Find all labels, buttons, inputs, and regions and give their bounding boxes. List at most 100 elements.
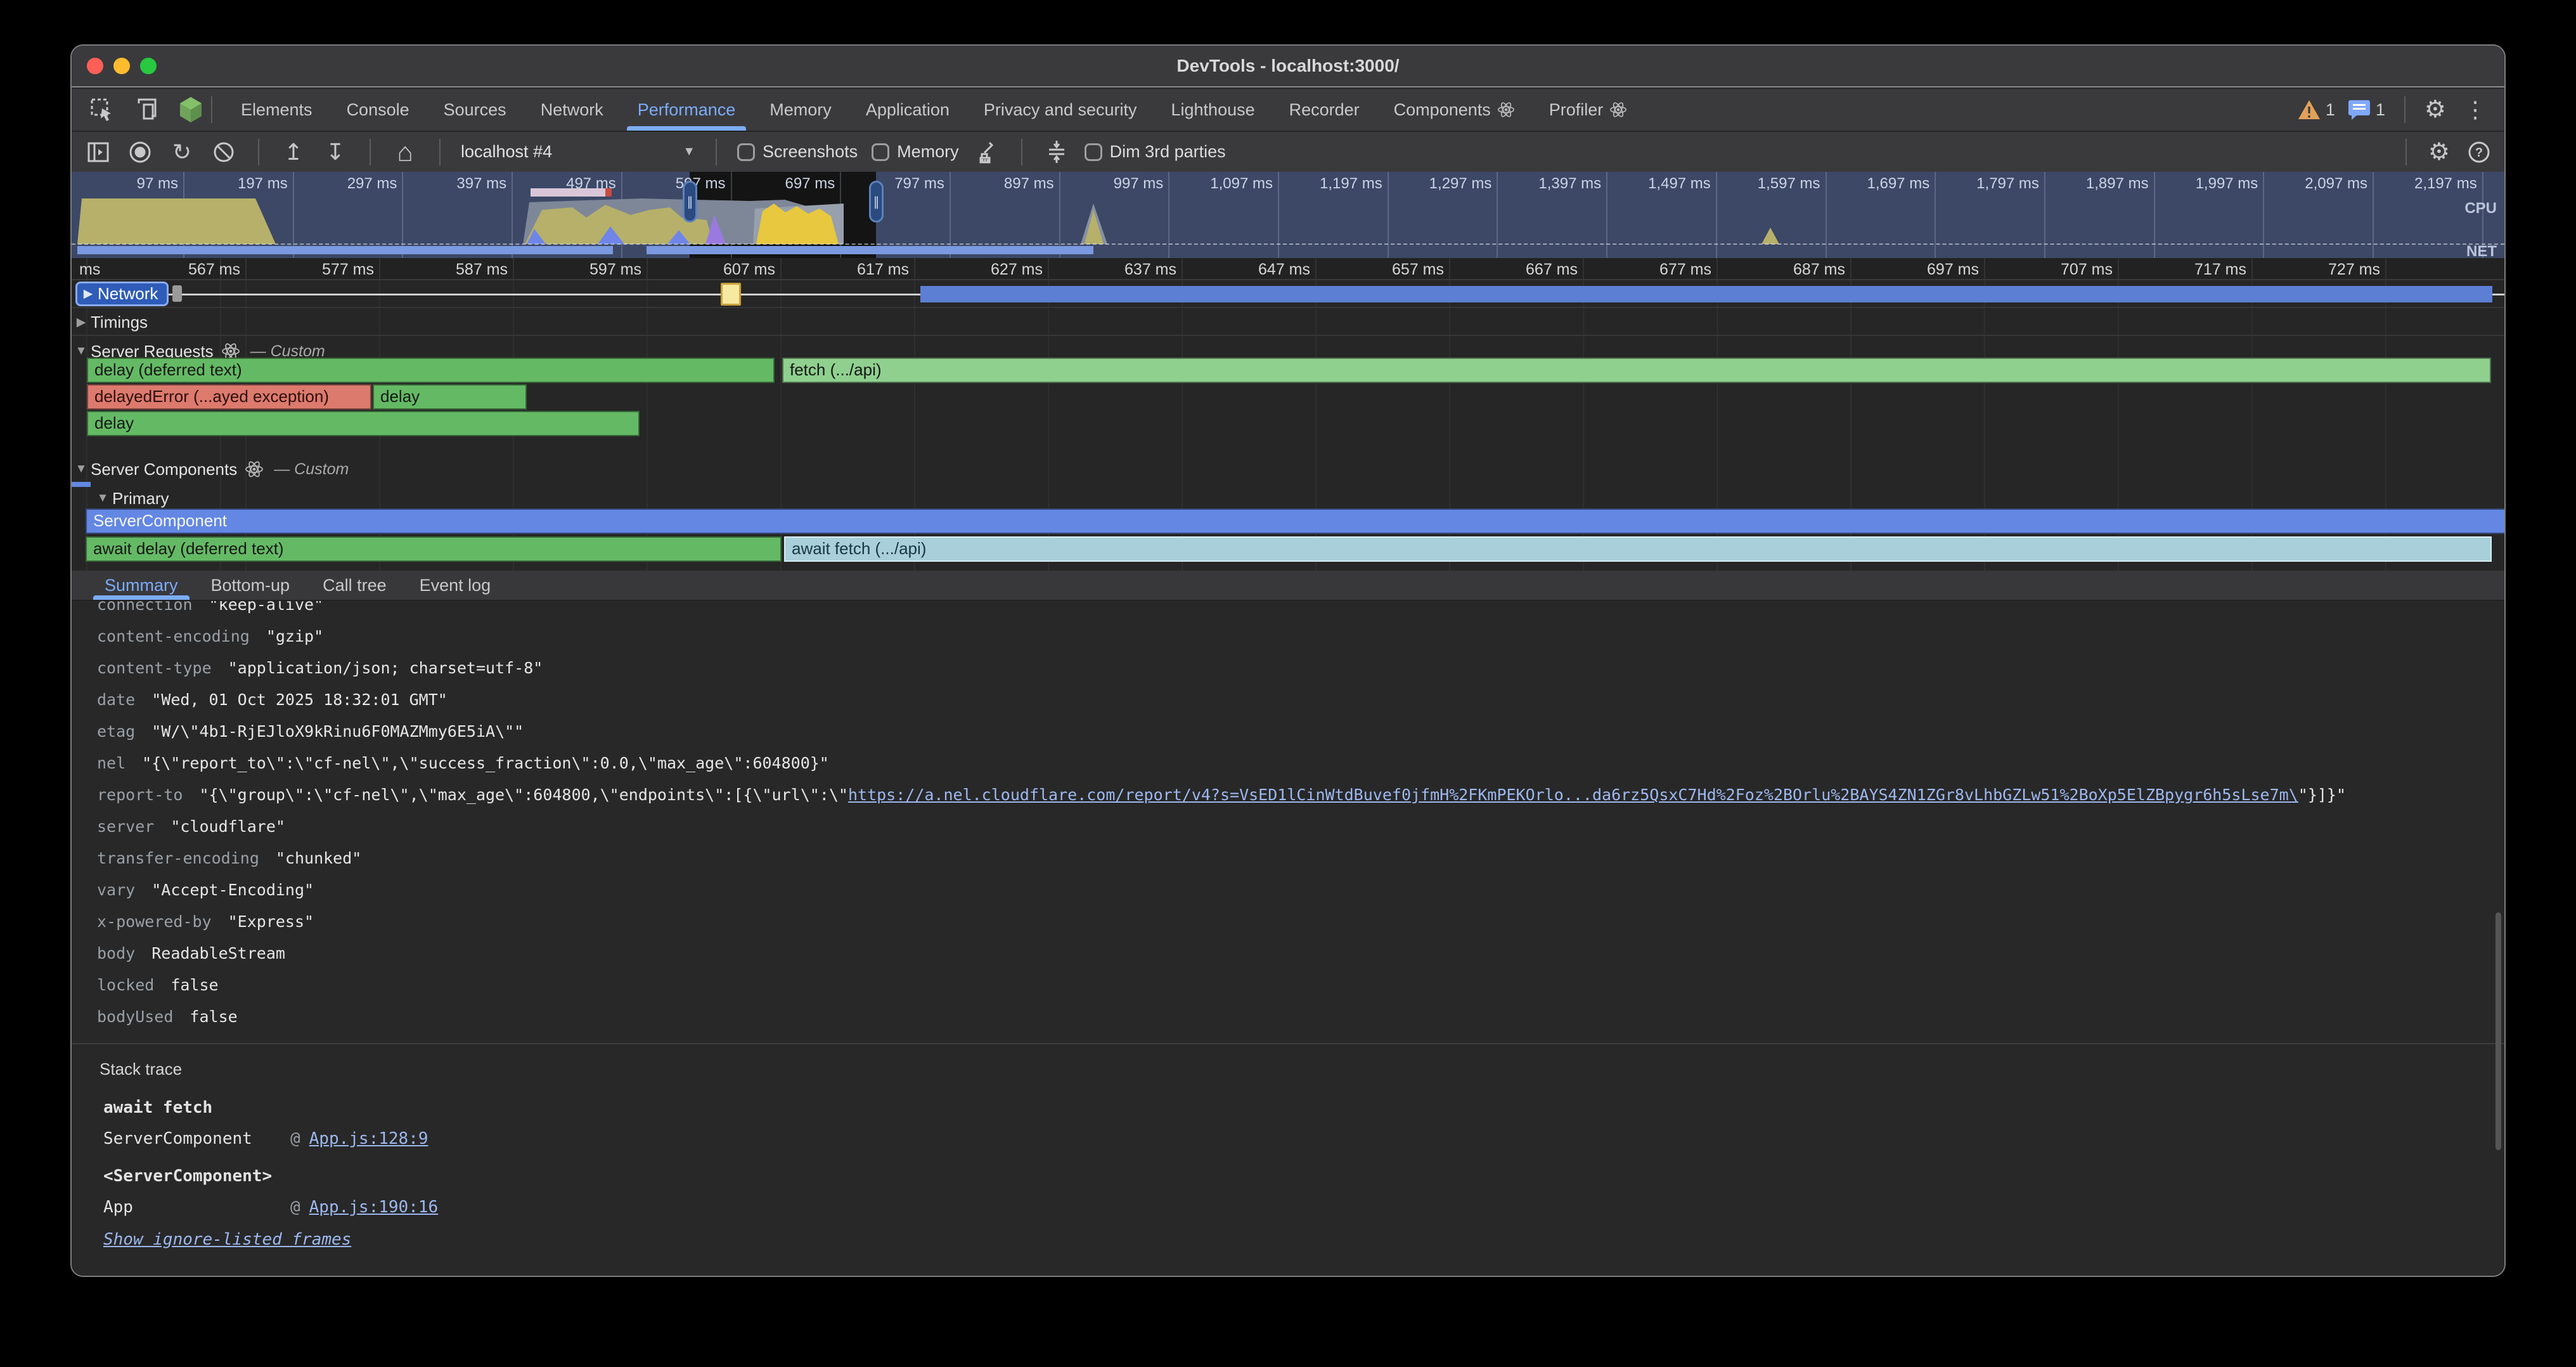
- timings-track-title: Timings: [91, 313, 148, 332]
- react-atom-icon: [1497, 101, 1515, 119]
- ruler-tick-label: 687 ms: [1737, 261, 1845, 279]
- selection-handle-right[interactable]: ∥: [869, 181, 884, 223]
- server-components-section-header[interactable]: ▼ Server Components — Custom: [72, 458, 2504, 481]
- tab-components[interactable]: Components: [1377, 89, 1532, 131]
- tab-privacy-and-security[interactable]: Privacy and security: [967, 89, 1154, 131]
- overview-tick-label: 1,697 ms: [1828, 175, 1929, 193]
- primary-track-row[interactable]: ▼ Primary: [72, 487, 2504, 510]
- flame-bar-fetch-api[interactable]: fetch (.../api): [782, 358, 2491, 383]
- ruler-tick-label: 677 ms: [1604, 261, 1711, 279]
- header-value: "application/json; charset=utf-8": [228, 659, 543, 677]
- frame-location-link[interactable]: App.js:190:16: [309, 1198, 439, 1217]
- tabbar-left-icons: [88, 96, 205, 124]
- timeline-ruler[interactable]: ms 567 ms577 ms587 ms597 ms607 ms617 ms6…: [72, 258, 2504, 280]
- memory-checkbox-box[interactable]: [872, 143, 889, 161]
- header-value-link[interactable]: https://a.nel.cloudflare.com/report/v4?s…: [848, 786, 2298, 804]
- settings-gear-icon[interactable]: ⚙: [2425, 98, 2446, 122]
- tab-profiler[interactable]: Profiler: [1532, 89, 1645, 131]
- tab-sources[interactable]: Sources: [427, 89, 524, 131]
- toggle-sidebar-icon[interactable]: [84, 138, 112, 166]
- tab-memory[interactable]: Memory: [752, 89, 849, 131]
- header-value: "{\"group\":\"cf-nel\",\"max_age\":60480…: [199, 786, 848, 804]
- timeline-overview[interactable]: 97 ms197 ms297 ms397 ms497 ms597 ms697 m…: [72, 172, 2504, 258]
- scrollbar-thumb[interactable]: [2496, 912, 2501, 1150]
- record-icon[interactable]: [126, 138, 154, 166]
- header-row-locked: lockedfalse: [72, 969, 2504, 1001]
- timings-track-row[interactable]: ▶ Timings: [72, 309, 2504, 336]
- selection-handle-left[interactable]: ∥: [683, 181, 697, 223]
- upload-profile-icon[interactable]: ↥: [280, 138, 307, 166]
- flame-chart-area[interactable]: ▶ Network ▶ Timings ▼ Server Requests: [72, 280, 2504, 571]
- tab-performance[interactable]: Performance: [621, 89, 753, 131]
- frame-location-link[interactable]: App.js:128:9: [309, 1129, 428, 1148]
- home-icon[interactable]: ⌂: [391, 138, 419, 166]
- tab-bottom-up[interactable]: Bottom-up: [195, 571, 307, 600]
- toolbar-divider-3: [439, 139, 441, 165]
- flame-bar-await-delay-deferred-text[interactable]: await delay (deferred text): [86, 536, 782, 562]
- session-select[interactable]: localhost #4 ▼: [461, 142, 695, 162]
- frame-name: App: [103, 1198, 290, 1217]
- tabbar-divider: [211, 96, 212, 123]
- tab-call-tree[interactable]: Call tree: [306, 571, 403, 600]
- tab-lighthouse[interactable]: Lighthouse: [1154, 89, 1272, 131]
- issues-badge[interactable]: 1: [2348, 99, 2385, 120]
- toolbar-right: ⚙ ?: [2399, 138, 2493, 166]
- reload-record-icon[interactable]: ↻: [168, 138, 196, 166]
- header-key: vary: [97, 881, 135, 899]
- warnings-badge[interactable]: 1: [2298, 100, 2335, 120]
- overview-tick-label: 2,097 ms: [2266, 175, 2367, 193]
- flame-bar-await-fetch-api[interactable]: await fetch (.../api): [784, 536, 2492, 562]
- header-key: nel: [97, 754, 126, 772]
- flame-bar-delay[interactable]: delay: [87, 411, 640, 436]
- download-profile-icon[interactable]: ↧: [321, 138, 349, 166]
- interactions-strip-red-tip: [605, 188, 612, 197]
- tab-elements[interactable]: Elements: [224, 89, 330, 131]
- show-ignore-listed-frames-link[interactable]: Show ignore-listed frames: [103, 1230, 351, 1249]
- header-key: bodyUsed: [97, 1007, 173, 1026]
- overview-tick-label: 297 ms: [295, 175, 397, 193]
- tab-recorder[interactable]: Recorder: [1272, 89, 1377, 131]
- memory-checkbox[interactable]: Memory: [872, 142, 959, 162]
- overview-tick-label: 1,597 ms: [1719, 175, 1820, 193]
- tab-event-log[interactable]: Event log: [403, 571, 508, 600]
- inspect-element-icon[interactable]: [88, 96, 116, 124]
- tab-label: Application: [866, 100, 950, 120]
- flame-bar-servercomponent[interactable]: ServerComponent: [86, 509, 2504, 534]
- tab-label: Recorder: [1289, 100, 1360, 120]
- network-track-resize-knob[interactable]: [172, 285, 182, 302]
- header-row-connection: connection"keep-alive": [72, 601, 2504, 621]
- warning-icon: [2298, 100, 2321, 120]
- tab-network[interactable]: Network: [524, 89, 621, 131]
- screenshots-checkbox-box[interactable]: [737, 143, 755, 161]
- main-tabs: ElementsConsoleSourcesNetworkPerformance…: [224, 89, 1644, 131]
- tab-summary[interactable]: Summary: [88, 571, 195, 600]
- tab-console[interactable]: Console: [330, 89, 427, 131]
- ruler-tick-label: 697 ms: [1871, 261, 1979, 279]
- network-request-bar[interactable]: [920, 286, 2492, 302]
- dim-3rd-parties-checkbox[interactable]: Dim 3rd parties: [1085, 142, 1226, 162]
- header-row-nel: nel"{\"report_to\":\"cf-nel\",\"success_…: [72, 748, 2504, 779]
- server-components-caret-icon: ▼: [72, 462, 91, 476]
- screenshots-checkbox[interactable]: Screenshots: [737, 142, 858, 162]
- flame-bar-delayederror-ayed-exception[interactable]: delayedError (...ayed exception): [87, 384, 371, 410]
- header-value: "keep-alive": [209, 601, 324, 614]
- timings-caret-icon: ▶: [72, 315, 91, 330]
- network-track-row[interactable]: ▶ Network: [72, 280, 2504, 308]
- details-tabbar: SummaryBottom-upCall treeEvent log: [72, 571, 2504, 601]
- details-pane[interactable]: connection"keep-alive"content-encoding"g…: [72, 601, 2504, 1043]
- tab-application[interactable]: Application: [849, 89, 967, 131]
- more-options-icon[interactable]: ⋮: [2459, 98, 2492, 121]
- help-icon[interactable]: ?: [2465, 138, 2493, 166]
- clear-icon[interactable]: [210, 138, 238, 166]
- garbage-collect-icon[interactable]: [973, 138, 1001, 166]
- header-key: body: [97, 944, 135, 962]
- flame-bar-delay-deferred-text[interactable]: delay (deferred text): [87, 358, 775, 383]
- server-requests-caret-icon: ▼: [72, 344, 91, 358]
- dim-3rd-parties-checkbox-box[interactable]: [1085, 143, 1102, 161]
- network-track-label[interactable]: ▶ Network: [75, 282, 169, 306]
- collapse-tracks-icon[interactable]: [1043, 138, 1071, 166]
- selected-network-request-marker[interactable]: [721, 283, 741, 306]
- device-toolbar-icon[interactable]: [132, 96, 160, 124]
- flame-bar-delay[interactable]: delay: [373, 384, 527, 410]
- capture-settings-gear-icon[interactable]: ⚙: [2428, 140, 2450, 164]
